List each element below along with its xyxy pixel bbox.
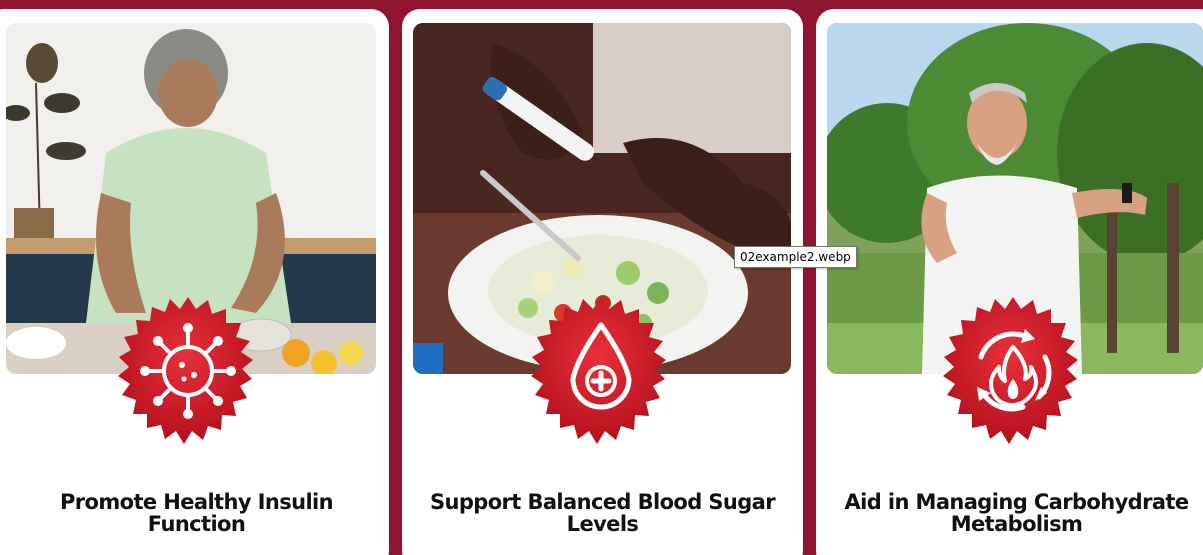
card-title: Aid in Managing Carbohydrate Metabolism (844, 490, 1189, 536)
card-title: Promote Healthy Insulin Function (59, 490, 334, 536)
card-title: Support Balanced Blood Sugar Levels (429, 490, 776, 536)
benefit-card-blood-sugar: Support Balanced Blood Sugar Levels (402, 9, 803, 555)
metabolism-flame-cycle-icon (943, 297, 1078, 444)
blood-drop-plus-icon (531, 297, 666, 444)
benefit-card-carb-metabolism: Aid in Managing Carbohydrate Metabolism (816, 9, 1203, 555)
virus-icon (118, 297, 253, 444)
badge-blood-drop (527, 297, 675, 445)
image-filename-tooltip: 02example2.webp (734, 246, 857, 268)
benefit-card-insulin: Promote Healthy Insulin Function (0, 9, 389, 555)
badge-metabolism (939, 297, 1087, 445)
benefit-cards: Promote Healthy Insulin Function Support… (0, 9, 1203, 555)
badge-virus (114, 297, 262, 445)
